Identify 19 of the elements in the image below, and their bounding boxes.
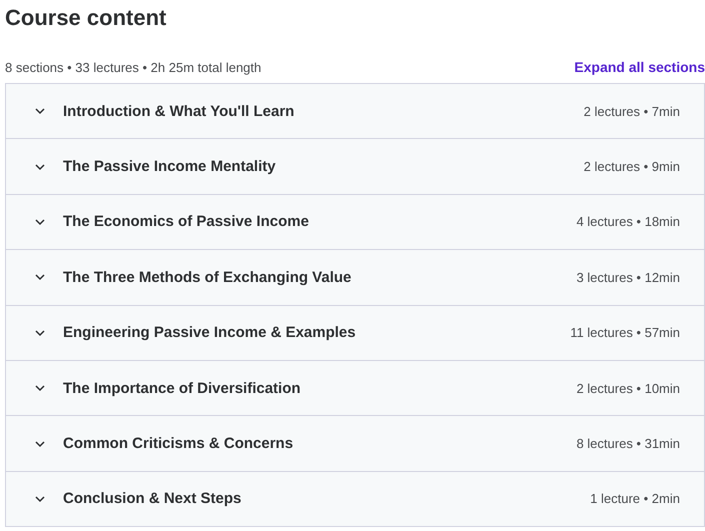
section-meta: 2 lectures • 7min bbox=[584, 104, 680, 119]
section-title[interactable]: The Three Methods of Exchanging Value bbox=[63, 268, 576, 286]
section-meta: 2 lectures • 9min bbox=[584, 159, 680, 174]
section-title[interactable]: The Passive Income Mentality bbox=[63, 158, 584, 176]
section-title[interactable]: The Economics of Passive Income bbox=[63, 213, 576, 230]
course-summary: 8 sections • 33 lectures • 2h 25m total length bbox=[5, 60, 262, 74]
section-meta: 2 lectures • 10min bbox=[576, 380, 680, 396]
section-title[interactable]: The Importance of Diversification bbox=[63, 380, 576, 397]
section-heading: Course content bbox=[5, 4, 168, 32]
section-title[interactable]: Engineering Passive Income & Examples bbox=[63, 324, 570, 342]
section-meta: 4 lectures • 18min bbox=[576, 214, 680, 230]
section-title[interactable]: Common Criticisms & Concerns bbox=[63, 435, 576, 452]
section-meta: 1 lecture • 2min bbox=[590, 491, 680, 506]
section-meta: 11 lectures • 57min bbox=[570, 325, 680, 340]
section-meta: 8 lectures • 31min bbox=[576, 436, 680, 452]
expand-all-link[interactable]: Expand all sections bbox=[574, 59, 705, 75]
section-title[interactable]: Introduction & What You'll Learn bbox=[63, 102, 584, 120]
section-meta: 3 lectures • 12min bbox=[576, 270, 680, 285]
section-title[interactable]: Conclusion & Next Steps bbox=[63, 490, 590, 508]
